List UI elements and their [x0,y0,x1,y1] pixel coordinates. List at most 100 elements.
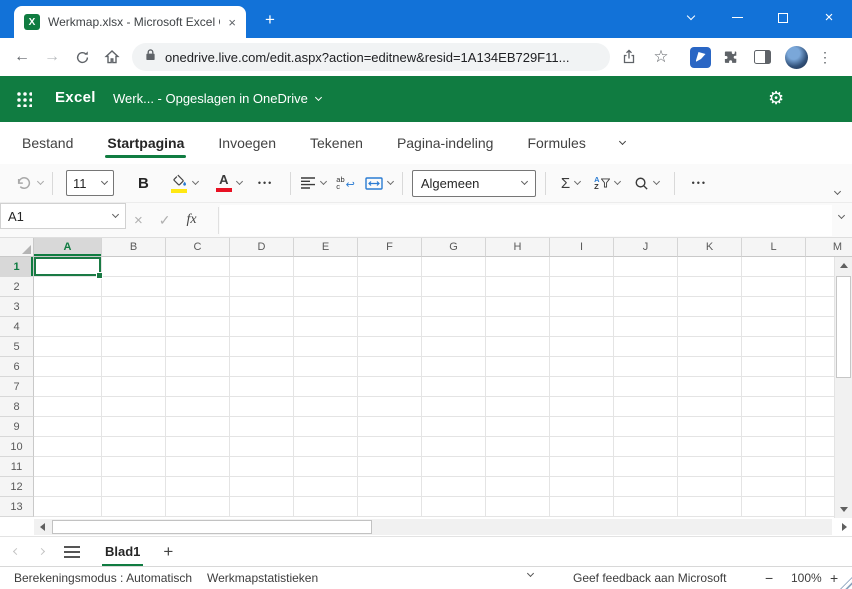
cell-A6[interactable] [34,357,102,377]
browser-avatar[interactable] [785,46,808,69]
cell-H5[interactable] [486,337,550,357]
cell-C8[interactable] [166,397,230,417]
maximize-icon[interactable] [760,0,806,35]
cell-I1[interactable] [550,257,614,277]
cell-I8[interactable] [550,397,614,417]
row-header-5[interactable]: 5 [0,337,34,357]
side-panel-icon[interactable] [749,44,775,70]
prev-sheet-chevron-icon[interactable] [13,548,20,555]
cell-D8[interactable] [230,397,294,417]
cell-A8[interactable] [34,397,102,417]
kebab-menu-icon[interactable]: ⋮ [818,49,832,66]
number-format-select[interactable]: Algemeen [412,170,536,197]
share-page-icon[interactable] [616,44,642,70]
row-header-11[interactable]: 11 [0,457,34,477]
toolbar-overflow-button[interactable]: ••• [692,178,707,188]
cell-C3[interactable] [166,297,230,317]
cell-H9[interactable] [486,417,550,437]
cell-J11[interactable] [614,457,678,477]
cell-B7[interactable] [102,377,166,397]
sheet-tab-blad1[interactable]: Blad1 [102,537,143,567]
row-header-1[interactable]: 1 [0,257,34,277]
cell-C10[interactable] [166,437,230,457]
cell-E7[interactable] [294,377,358,397]
row-header-4[interactable]: 4 [0,317,34,337]
tab-bestand[interactable]: Bestand [22,122,73,164]
formula-bar-expand-chevron-icon[interactable] [838,212,845,219]
cell-H11[interactable] [486,457,550,477]
cell-B9[interactable] [102,417,166,437]
cell-A13[interactable] [34,497,102,517]
wrap-text-button[interactable]: abc ↩ [336,176,355,190]
sort-filter-button[interactable]: AZ [594,176,619,190]
scroll-left-icon[interactable] [40,523,45,531]
column-header-F[interactable]: F [358,238,422,257]
cell-C11[interactable] [166,457,230,477]
cell-L2[interactable] [742,277,806,297]
cell-F7[interactable] [358,377,422,397]
cell-C6[interactable] [166,357,230,377]
editor-extension-icon[interactable] [690,47,711,68]
bookmark-star-icon[interactable]: ☆ [648,44,674,70]
cell-A1[interactable] [34,257,102,277]
tab-search-chevron-icon[interactable] [668,0,714,35]
cell-G11[interactable] [422,457,486,477]
cell-K4[interactable] [678,317,742,337]
cell-L5[interactable] [742,337,806,357]
cell-D6[interactable] [230,357,294,377]
add-sheet-button[interactable]: + [163,542,173,562]
cell-L3[interactable] [742,297,806,317]
home-icon[interactable] [98,43,126,71]
cell-B8[interactable] [102,397,166,417]
cell-J7[interactable] [614,377,678,397]
cell-L10[interactable] [742,437,806,457]
cell-F13[interactable] [358,497,422,517]
cell-K3[interactable] [678,297,742,317]
cell-C1[interactable] [166,257,230,277]
cell-H10[interactable] [486,437,550,457]
cell-I12[interactable] [550,477,614,497]
cell-I9[interactable] [550,417,614,437]
cell-F1[interactable] [358,257,422,277]
cell-H3[interactable] [486,297,550,317]
window-close-icon[interactable]: × [806,0,852,35]
row-header-8[interactable]: 8 [0,397,34,417]
cell-L11[interactable] [742,457,806,477]
cell-B2[interactable] [102,277,166,297]
cell-D9[interactable] [230,417,294,437]
cell-D7[interactable] [230,377,294,397]
cell-E3[interactable] [294,297,358,317]
cell-C2[interactable] [166,277,230,297]
cell-F11[interactable] [358,457,422,477]
cell-G10[interactable] [422,437,486,457]
column-header-J[interactable]: J [614,238,678,257]
cell-J12[interactable] [614,477,678,497]
column-header-C[interactable]: C [166,238,230,257]
cell-F6[interactable] [358,357,422,377]
cell-D5[interactable] [230,337,294,357]
cell-D3[interactable] [230,297,294,317]
cell-I6[interactable] [550,357,614,377]
cell-L9[interactable] [742,417,806,437]
cell-A10[interactable] [34,437,102,457]
cell-J3[interactable] [614,297,678,317]
cell-H8[interactable] [486,397,550,417]
column-header-E[interactable]: E [294,238,358,257]
cell-G9[interactable] [422,417,486,437]
cell-B6[interactable] [102,357,166,377]
font-color-button[interactable]: A [216,174,242,192]
cell-C4[interactable] [166,317,230,337]
cancel-icon[interactable]: × [134,212,143,229]
tab-invoegen[interactable]: Invoegen [218,122,276,164]
cell-G4[interactable] [422,317,486,337]
name-box[interactable]: A1 [0,203,126,229]
column-header-H[interactable]: H [486,238,550,257]
minimize-icon[interactable] [714,0,760,35]
column-header-I[interactable]: I [550,238,614,257]
column-header-G[interactable]: G [422,238,486,257]
cell-F12[interactable] [358,477,422,497]
cell-E13[interactable] [294,497,358,517]
cell-A12[interactable] [34,477,102,497]
tab-startpagina[interactable]: Startpagina [107,122,184,164]
row-header-7[interactable]: 7 [0,377,34,397]
